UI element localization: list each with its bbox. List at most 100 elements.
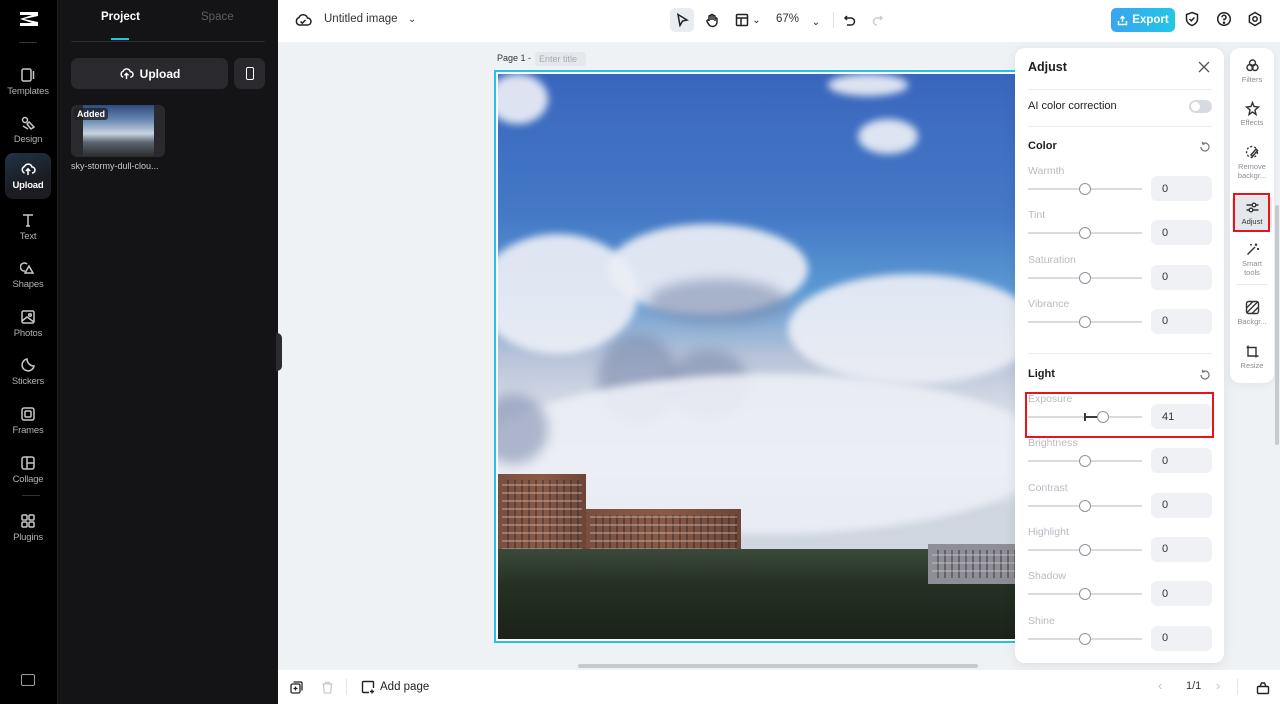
tool-effects[interactable]: Effects	[1232, 101, 1272, 127]
vibrance-slider-knob[interactable]	[1079, 315, 1091, 328]
tab-project[interactable]: Project	[101, 11, 140, 23]
tool-label: Backgr...	[1237, 317, 1267, 326]
tool-label: Resize	[1240, 361, 1264, 370]
rail-item-collage[interactable]: Collage	[5, 448, 51, 492]
slider-row-brightness: Brightness	[1028, 437, 1212, 481]
upload-cloud-icon	[21, 163, 36, 175]
share-upload-icon	[1118, 15, 1128, 25]
duplicate-page-icon[interactable]	[290, 681, 303, 694]
capcut-logo-icon[interactable]	[17, 9, 41, 29]
divider	[22, 495, 40, 496]
shine-slider-knob[interactable]	[1079, 632, 1091, 645]
rail-item-frames[interactable]: Frames	[5, 399, 51, 443]
sky-city-photo[interactable]	[498, 74, 1030, 639]
close-icon[interactable]	[1197, 60, 1211, 74]
page-counter: 1/1	[1186, 680, 1202, 692]
undo-button[interactable]	[840, 8, 858, 32]
rail-item-plugins[interactable]: Plugins	[5, 506, 51, 550]
saturation-slider-knob[interactable]	[1079, 271, 1091, 284]
remove-background-icon	[1245, 145, 1258, 159]
contrast-slider-knob[interactable]	[1079, 499, 1091, 512]
saturation-value-input[interactable]	[1151, 264, 1212, 290]
rail-item-label: Photos	[13, 328, 43, 339]
help-icon[interactable]	[1216, 11, 1232, 27]
upload-button[interactable]: Upload	[71, 58, 228, 89]
tint-slider-knob[interactable]	[1079, 227, 1091, 240]
horizontal-scrollbar[interactable]	[578, 664, 978, 668]
brightness-value-input[interactable]	[1151, 448, 1212, 474]
rail-item-photos[interactable]: Photos	[5, 302, 51, 346]
add-page-button[interactable]: Add page	[361, 679, 429, 695]
export-button[interactable]: Export	[1111, 8, 1175, 32]
page-title-input[interactable]	[535, 52, 586, 66]
warmth-value-input[interactable]	[1151, 176, 1212, 201]
redo-button[interactable]	[868, 8, 886, 32]
tint-value-input[interactable]	[1151, 220, 1212, 246]
stickers-icon	[21, 358, 35, 372]
tool-filters[interactable]: Filters	[1232, 58, 1272, 84]
text-icon	[23, 214, 33, 227]
tool-remove-background[interactable]: Remove backgr...	[1232, 145, 1272, 180]
rail-item-shapes[interactable]: Shapes	[5, 253, 51, 297]
zoom-chevron-down-icon[interactable]: ⌄	[810, 10, 822, 34]
next-page-icon[interactable]: ›	[1216, 678, 1220, 693]
chevron-down-icon: ⌄	[752, 14, 761, 26]
highlight-value-input[interactable]	[1151, 536, 1212, 562]
shield-check-icon[interactable]	[1184, 11, 1200, 27]
highlight-slider-knob[interactable]	[1079, 543, 1091, 556]
document-title[interactable]: Untitled image	[324, 13, 398, 25]
tab-space[interactable]: Space	[201, 11, 234, 23]
reset-icon[interactable]	[1199, 369, 1211, 381]
shadow-value-input[interactable]	[1151, 581, 1212, 607]
slider-label: Tint	[1028, 209, 1046, 222]
select-tool-button[interactable]	[670, 8, 694, 32]
tool-smart-tools[interactable]: Smart tools	[1232, 242, 1272, 277]
upload-label: Upload	[139, 66, 181, 81]
slider-row-highlight: Highlight	[1028, 526, 1212, 570]
pages-panel-icon[interactable]	[1256, 681, 1270, 695]
tool-adjust[interactable]: Adjust	[1232, 196, 1272, 230]
contrast-value-input[interactable]	[1151, 492, 1212, 518]
shadow-slider-knob[interactable]	[1079, 588, 1091, 601]
ai-color-correction-toggle[interactable]	[1189, 100, 1212, 113]
brightness-slider-knob[interactable]	[1079, 455, 1091, 468]
exposure-slider-knob[interactable]	[1096, 411, 1109, 423]
settings-gear-icon[interactable]	[1247, 11, 1263, 27]
collapse-panel-handle[interactable]	[276, 333, 282, 371]
delete-page-icon[interactable]	[321, 681, 334, 694]
hand-tool-button[interactable]	[702, 8, 722, 32]
reset-icon[interactable]	[1199, 141, 1211, 153]
rail-item-stickers[interactable]: Stickers	[5, 350, 51, 394]
canvas-page[interactable]	[494, 70, 1034, 643]
slider-label: Shine	[1028, 614, 1055, 627]
keyboard-shortcuts-icon[interactable]	[21, 674, 35, 686]
tool-label: Adjust	[1241, 217, 1263, 226]
rail-item-templates[interactable]: Templates	[5, 60, 51, 104]
rail-item-design[interactable]: Design	[5, 108, 51, 152]
frames-icon	[21, 407, 35, 421]
tool-resize[interactable]: Resize	[1232, 344, 1272, 370]
previous-page-icon[interactable]: ‹	[1158, 678, 1162, 693]
chevron-down-icon[interactable]: ⌄	[408, 14, 416, 25]
photos-icon	[21, 310, 35, 324]
layout-dropdown[interactable]: ⌄	[733, 8, 763, 32]
upload-from-phone-button[interactable]	[234, 58, 265, 89]
tool-label: Filters	[1241, 75, 1263, 84]
zoom-level[interactable]: 67%	[776, 13, 799, 25]
exposure-value-input[interactable]	[1151, 404, 1212, 429]
resize-icon	[1246, 345, 1258, 358]
vertical-scrollbar[interactable]	[1275, 205, 1279, 445]
shine-value-input[interactable]	[1151, 625, 1212, 651]
tool-background[interactable]: Backgr...	[1232, 300, 1272, 326]
warmth-slider-knob[interactable]	[1079, 183, 1091, 195]
rail-item-text[interactable]: Text	[5, 205, 51, 249]
asset-thumbnail[interactable]: Added	[71, 105, 165, 157]
ai-color-correction-label: AI color correction	[1028, 100, 1117, 112]
rail-item-label: Frames	[12, 425, 44, 436]
slider-label: Contrast	[1028, 481, 1068, 494]
cloud-saved-icon[interactable]	[294, 11, 312, 29]
bottom-bar: Add page ‹ 1/1 ›	[278, 670, 1280, 704]
tool-label: Effects	[1240, 118, 1264, 127]
rail-item-upload[interactable]: Upload	[5, 153, 51, 199]
vibrance-value-input[interactable]	[1151, 308, 1212, 334]
